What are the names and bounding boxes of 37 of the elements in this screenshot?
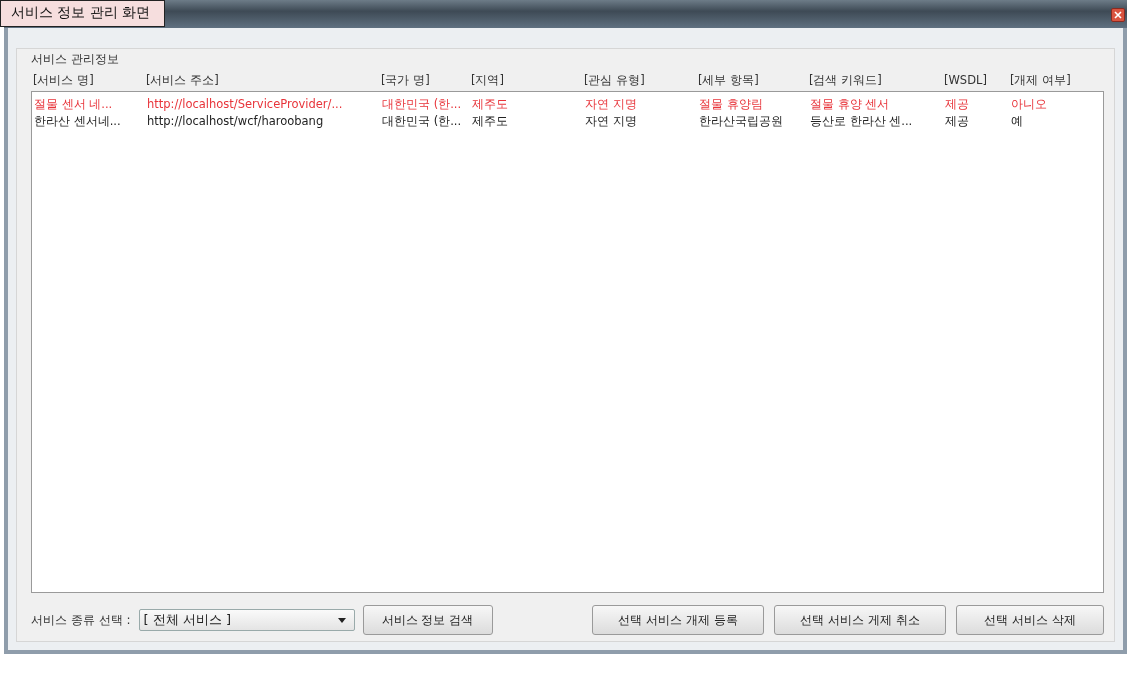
column-header: [검색 키워드]	[809, 73, 883, 88]
column-header: [개제 여부]	[1010, 73, 1072, 88]
action-button[interactable]: 선택 서비스 개제 등록	[592, 605, 764, 635]
service-type-dropdown[interactable]: [ 전체 서비스 ]	[138, 609, 355, 631]
table-cell-text: 절물 센서 네...	[34, 97, 114, 113]
table-cell-text: 절물 휴양림	[699, 97, 764, 113]
column-header: [국가 명]	[381, 73, 431, 88]
column-header: [세부 항목]	[698, 73, 760, 88]
table-cell-text: 자연 지명	[585, 97, 638, 113]
table-cell-text: 제공	[945, 114, 970, 130]
search-button[interactable]: 서비스 정보 검색	[362, 605, 493, 635]
table-cell-text: 등산로 한라산 센...	[810, 114, 914, 130]
column-header: [WSDL]	[944, 73, 988, 88]
column-header: [서비스 주소]	[146, 73, 220, 88]
table-cell-text: 대한민국 (한...	[382, 97, 463, 113]
table-cell-text: 제주도	[472, 97, 509, 113]
table-cell-text: 아니오	[1011, 97, 1048, 113]
table-cell-text: 대한민국 (한...	[382, 114, 463, 130]
table-cell-text: 한라산국립공원	[699, 114, 784, 130]
window-title: 서비스 정보 관리 화면	[0, 0, 166, 27]
table-cell-text: 절물 휴양 센서	[810, 97, 891, 113]
close-button[interactable]	[1111, 8, 1125, 22]
table-cell-text: 예	[1011, 114, 1024, 130]
table-cell-text: 제주도	[472, 114, 509, 130]
column-header: [지역]	[471, 73, 505, 88]
filter-label: 서비스 종류 선택 :	[31, 611, 131, 629]
group-title: 서비스 관리정보	[31, 51, 120, 68]
table-cell-text: http://localhost/ServiceProvider/...	[147, 97, 344, 113]
action-button[interactable]: 선택 서비스 삭제	[956, 605, 1104, 635]
column-header: [관심 유형]	[584, 73, 646, 88]
action-button[interactable]: 선택 서비스 게제 취소	[774, 605, 946, 635]
column-header: [서비스 명]	[33, 73, 95, 88]
table-cell-text: 제공	[945, 97, 970, 113]
caret-icon	[337, 617, 346, 623]
table-cell-text: 자연 지명	[585, 114, 638, 130]
table-cell-text: 한라산 센서네...	[34, 114, 122, 130]
table-cell-text: http://localhost/wcf/haroobang	[147, 114, 325, 130]
